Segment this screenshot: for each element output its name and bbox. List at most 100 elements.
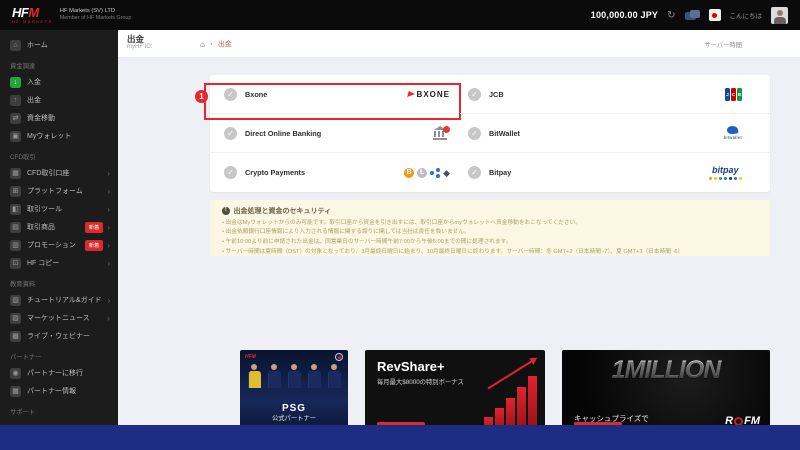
payment-method-crypto-payments[interactable]: ✓ Crypto Payments B Ł ◆ — [210, 153, 460, 192]
sidebar-item-label: パートナー情報 — [27, 386, 76, 396]
security-info-box: ! 出金処理と資金のセキュリティ 出金はMyウォレットからのみ可能です。取引口座… — [210, 200, 770, 256]
payment-method-bxone[interactable]: ✓ Bxone BXONE 1 — [210, 75, 460, 114]
payment-method-bitwallet[interactable]: ✓ BitWallet bitwallet — [460, 114, 770, 153]
greeting-text: こんにちは — [730, 10, 763, 20]
sidebar-item-webinars[interactable]: ▩ ライブ・ウェビナー — [0, 327, 118, 345]
bitpay-dots — [709, 177, 743, 181]
sidebar-icon-trading-tools: ◧ — [10, 204, 21, 215]
sidebar-item-my-wallet[interactable]: ▣ Myウォレット — [0, 127, 118, 145]
payment-method-jcb[interactable]: ✓ JCB JCB — [460, 75, 770, 114]
chevron-right-icon: › — [107, 205, 110, 214]
payment-method-direct-online-banking[interactable]: ✓ Direct Online Banking — [210, 114, 460, 153]
sidebar-item-label: 出金 — [27, 95, 41, 105]
promo-banners: HFM PSG 公式パートナー RevShare+ 毎月最大$8000の特別 — [240, 350, 770, 436]
one-million-banner-title: 1MILLION — [562, 356, 770, 385]
info-bullet: 出金はMyウォレットからのみ可能です。取引口座から資金を引き出すには、取引口座か… — [222, 219, 758, 229]
sidebar-item-hf-copy[interactable]: ⊡ HF コピー › — [0, 254, 118, 272]
sidebar-icon-my-wallet: ▣ — [10, 131, 21, 142]
sidebar-icon-platforms: ⊞ — [10, 186, 21, 197]
withdrawal-methods-card: ✓ Bxone BXONE 1 ✓ Direct Online Banking — [210, 75, 770, 192]
sidebar-item-label: 取引商品 — [27, 222, 55, 232]
sidebar-item-home[interactable]: ⌂ ホーム — [0, 36, 118, 54]
check-icon: ✓ — [468, 166, 481, 179]
info-icon: ! — [222, 207, 230, 215]
sidebar-item-label: ライブ・ウェビナー — [27, 331, 90, 341]
myhf-id-label: myHF ID: — [127, 44, 152, 51]
sidebar-icon-cfd-accounts: ▦ — [10, 168, 21, 179]
sidebar-icon-withdraw: ↑ — [10, 95, 21, 106]
sidebar-icon-products: ▤ — [10, 222, 21, 233]
hfm-logo-text: HFM — [12, 6, 53, 19]
payment-method-label: Crypto Payments — [245, 168, 305, 177]
content-header: 出金 myHF ID: ⌂ ・ 出金 サーバー時間 — [118, 30, 800, 58]
sidebar-item-partner-info[interactable]: ▦ パートナー情報 — [0, 382, 118, 400]
chevron-right-icon: › — [107, 241, 110, 250]
sidebar-item-label: ホーム — [27, 40, 48, 50]
chevron-right-icon: › — [107, 169, 110, 178]
check-icon: ✓ — [224, 166, 237, 179]
chat-icon[interactable] — [685, 10, 700, 21]
payment-method-bitpay[interactable]: ✓ Bitpay bitpay — [460, 153, 770, 192]
check-icon: ✓ — [224, 127, 237, 140]
info-bullet: 午前10:00より前に申請された出金は、同営業日のサーバー時間午前7:00から午… — [222, 238, 758, 248]
sidebar-item-products[interactable]: ▤ 取引商品 新着 › — [0, 218, 118, 236]
check-icon: ✓ — [224, 88, 237, 101]
sidebar-section-label: CFD取引 — [0, 145, 118, 164]
sidebar-icon-tutorials: ▧ — [10, 295, 21, 306]
hfm-logo-tagline: HF MARKETS — [12, 20, 53, 24]
psg-partner-banner[interactable]: HFM PSG 公式パートナー — [240, 350, 348, 436]
home-icon[interactable]: ⌂ — [200, 40, 205, 49]
sidebar-icon-partner-info: ▦ — [10, 386, 21, 397]
bxone-logo: BXONE — [408, 90, 450, 99]
sidebar-item-label: マーケットニュース — [27, 313, 90, 323]
revshare-banner-title: RevShare+ — [377, 359, 445, 374]
refresh-icon[interactable]: ↻ — [667, 10, 675, 21]
hfm-logo[interactable]: HFM HF MARKETS HF Markets (SV) LTD Membe… — [12, 6, 131, 24]
sidebar-item-label: パートナーに移行 — [27, 368, 83, 378]
user-avatar[interactable] — [771, 7, 788, 24]
bottom-blue-bar — [0, 425, 800, 450]
hfm-banner-logo: HFM — [245, 354, 256, 360]
sidebar-item-market-news[interactable]: ▨ マーケットニュース › — [0, 309, 118, 327]
sidebar-item-label: チュートリアル&ガイド — [27, 295, 102, 305]
new-badge: 新着 — [85, 240, 104, 251]
payment-method-label: Bxone — [245, 90, 267, 99]
sidebar-item-trading-tools[interactable]: ◧ 取引ツール › — [0, 200, 118, 218]
sidebar-item-label: 資金移動 — [27, 113, 55, 123]
revshare-banner[interactable]: RevShare+ 毎月最大$8000の特別ボーナス — [365, 350, 545, 436]
sidebar-icon-transfer: ⇄ — [10, 113, 21, 124]
jcb-logo: JCB — [725, 88, 742, 101]
sidebar-item-label: HF コピー — [27, 258, 59, 268]
japan-flag-icon[interactable] — [709, 9, 721, 21]
sidebar-item-cfd-accounts[interactable]: ▦ CFD取引口座 › — [0, 164, 118, 182]
payment-method-label: Bitpay — [489, 168, 511, 177]
chevron-right-icon: › — [107, 259, 110, 268]
sidebar-icon-hf-copy: ⊡ — [10, 258, 21, 269]
breadcrumb-current[interactable]: 出金 — [218, 39, 232, 49]
sidebar-item-platforms[interactable]: ⊞ プラットフォーム › — [0, 182, 118, 200]
bitcoin-icon: B — [404, 168, 414, 178]
sidebar-item-become-partner[interactable]: ◉ パートナーに移行 — [0, 364, 118, 382]
check-icon: ✓ — [468, 88, 481, 101]
sidebar-item-label: 取引ツール — [27, 204, 62, 214]
step-1-annotation: 1 — [195, 90, 208, 103]
info-bullet-list: 出金はMyウォレットからのみ可能です。取引口座から資金を引き出すには、取引口座か… — [222, 219, 758, 258]
myhf-portal-screen: HFM HF MARKETS HF Markets (SV) LTD Membe… — [0, 0, 800, 450]
main-content: 出金 myHF ID: ⌂ ・ 出金 サーバー時間 ✓ Bxone BXONE — [118, 30, 800, 450]
sidebar-icon-become-partner: ◉ — [10, 368, 21, 379]
company-subtitle: Member of HF Markets Group — [60, 15, 132, 22]
info-bullet: サーバー時間は夏時間（DST）の対象となっており、3月最終日曜日に始まり、10月… — [222, 248, 758, 258]
company-name: HF Markets (SV) LTD — [60, 8, 132, 15]
payment-method-label: BitWallet — [489, 129, 520, 138]
sidebar-item-deposit[interactable]: ↓ 入金 — [0, 73, 118, 91]
sidebar-item-tutorials[interactable]: ▧ チュートリアル&ガイド › — [0, 291, 118, 309]
revshare-banner-subtitle: 毎月最大$8000の特別ボーナス — [377, 377, 464, 386]
one-million-banner[interactable]: 1MILLION キャッシュプライズで R FM — [562, 350, 770, 436]
chevron-right-icon: › — [108, 296, 111, 305]
sidebar-item-promotions[interactable]: ▥ プロモーション 新着 › — [0, 236, 118, 254]
sidebar-item-transfer[interactable]: ⇄ 資金移動 — [0, 109, 118, 127]
litecoin-icon: Ł — [417, 168, 427, 178]
bitwallet-logo: bitwallet — [724, 126, 742, 140]
sidebar-item-withdraw[interactable]: ↑ 出金 — [0, 91, 118, 109]
breadcrumb-separator: ・ — [208, 39, 215, 49]
